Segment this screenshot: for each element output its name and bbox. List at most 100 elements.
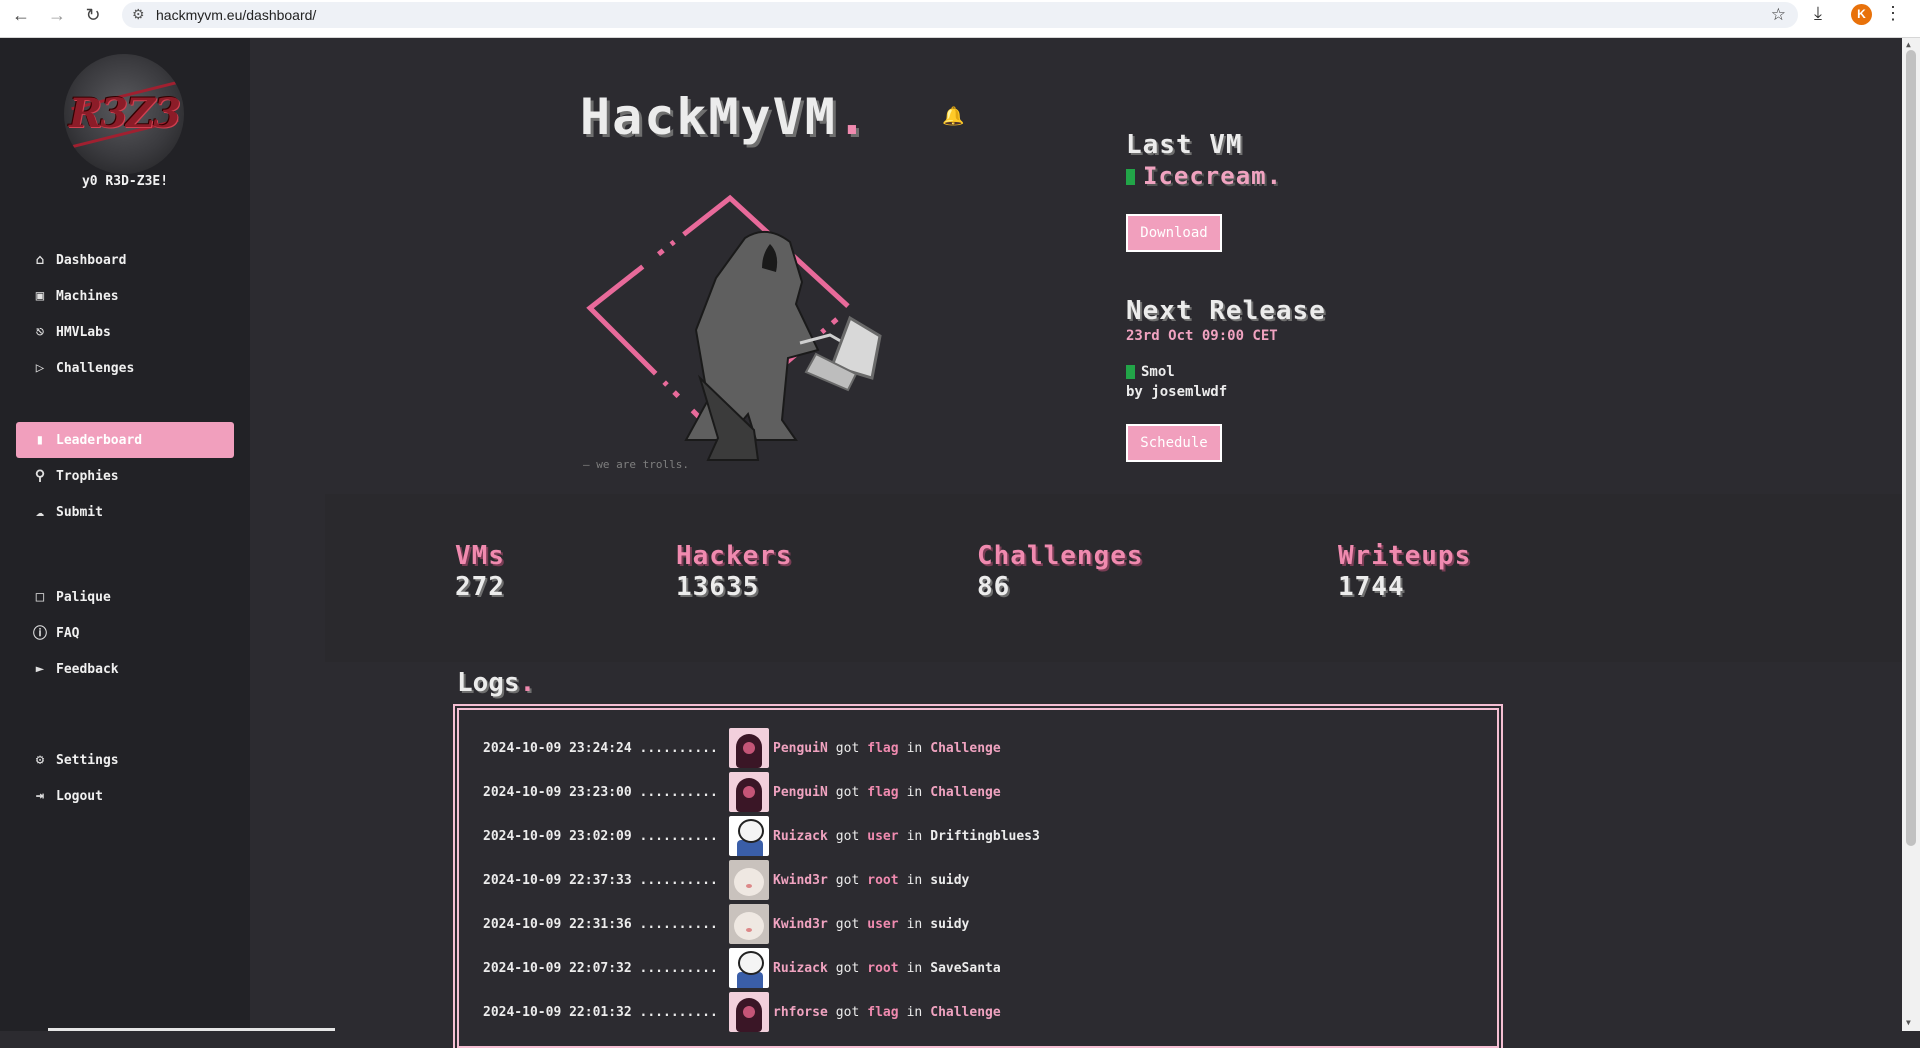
release-author: by josemlwdf bbox=[1126, 384, 1228, 400]
log-target[interactable]: SaveSanta bbox=[930, 961, 1000, 976]
sidebar: R3Z3 y0 R3D-Z3E! ⌂ Dashboard ▣ Machines … bbox=[0, 38, 250, 1031]
upload-cloud-icon: ☁ bbox=[35, 504, 45, 520]
notification-bell-icon[interactable]: 🔔 bbox=[942, 106, 964, 127]
sidebar-item-feedback[interactable]: ► Feedback bbox=[16, 651, 234, 687]
log-target[interactable]: Challenge bbox=[930, 785, 1000, 800]
user-avatar[interactable] bbox=[729, 860, 769, 900]
sidebar-item-label: Palique bbox=[56, 589, 111, 605]
stat-value-hackers: 13635 bbox=[676, 572, 760, 602]
log-type: user bbox=[867, 828, 899, 844]
forward-arrow-icon[interactable]: → bbox=[42, 0, 72, 30]
url-text[interactable]: hackmyvm.eu/dashboard/ bbox=[156, 7, 316, 23]
address-bar[interactable]: ⚙ hackmyvm.eu/dashboard/ ☆ bbox=[122, 2, 1798, 28]
reload-icon[interactable]: ↻ bbox=[78, 0, 108, 30]
log-timestamp: 2024-10-09 22:07:32 .......... bbox=[483, 960, 718, 976]
log-entry: 2024-10-09 22:07:32 .......... Ruizack g… bbox=[483, 946, 1001, 990]
status-indicator bbox=[1126, 365, 1135, 379]
title-dot: . bbox=[519, 668, 536, 698]
scrollbar-thumb[interactable] bbox=[1906, 50, 1916, 846]
user-avatar[interactable] bbox=[729, 992, 769, 1032]
browser-toolbar: ← → ↻ ⚙ hackmyvm.eu/dashboard/ ☆ ⤓ K ⋮ bbox=[0, 0, 1920, 38]
log-entry: 2024-10-09 23:23:00 .......... PenguiN g… bbox=[483, 770, 1001, 814]
stat-value-challenges: 86 bbox=[977, 572, 1011, 602]
log-user[interactable]: Kwind3r bbox=[773, 873, 828, 888]
log-timestamp: 2024-10-09 22:31:36 .......... bbox=[483, 916, 718, 932]
home-icon: ⌂ bbox=[35, 252, 45, 268]
log-user[interactable]: PenguiN bbox=[773, 741, 828, 756]
log-user[interactable]: Ruizack bbox=[773, 829, 828, 844]
log-preposition: in bbox=[906, 1004, 923, 1020]
sidebar-item-label: Submit bbox=[56, 504, 103, 520]
log-type: flag bbox=[867, 1004, 899, 1020]
last-vm-name[interactable]: Icecream. bbox=[1126, 162, 1285, 190]
menu-group-community: □ Palique ⓘ FAQ ► Feedback bbox=[16, 579, 234, 687]
site-settings-icon[interactable]: ⚙ bbox=[132, 6, 145, 23]
log-preposition: in bbox=[906, 740, 923, 756]
user-avatar[interactable]: R3Z3 bbox=[64, 54, 184, 174]
trophy-icon: ⚲ bbox=[34, 468, 46, 484]
sidebar-item-leaderboard[interactable]: ▮ Leaderboard bbox=[16, 422, 234, 458]
log-verb: got bbox=[835, 1004, 860, 1020]
sidebar-item-label: Challenges bbox=[56, 360, 135, 376]
user-avatar[interactable] bbox=[729, 728, 769, 768]
logs-heading-text: Logs bbox=[457, 668, 520, 698]
log-user[interactable]: Kwind3r bbox=[773, 917, 828, 932]
status-indicator bbox=[1126, 169, 1135, 185]
log-preposition: in bbox=[906, 960, 923, 976]
release-vm-name-text: Smol bbox=[1141, 364, 1175, 380]
log-timestamp: 2024-10-09 23:02:09 .......... bbox=[483, 828, 718, 844]
sidebar-item-label: Dashboard bbox=[56, 252, 127, 268]
log-type: flag bbox=[867, 740, 899, 756]
log-user[interactable]: PenguiN bbox=[773, 785, 828, 800]
gear-icon: ⚙ bbox=[35, 752, 45, 768]
download-button[interactable]: Download bbox=[1126, 214, 1222, 252]
sidebar-item-logout[interactable]: ⇥ Logout bbox=[16, 778, 234, 814]
help-circle-icon: ⓘ bbox=[33, 626, 47, 642]
sidebar-item-hmvlabs[interactable]: ⎋ HMVLabs bbox=[16, 314, 234, 350]
log-timestamp: 2024-10-09 22:37:33 .......... bbox=[483, 872, 718, 888]
log-target[interactable]: Challenge bbox=[930, 1005, 1000, 1020]
user-avatar[interactable] bbox=[729, 816, 769, 856]
user-avatar[interactable] bbox=[729, 904, 769, 944]
more-menu-icon[interactable]: ⋮ bbox=[1884, 3, 1902, 24]
gamepad-icon: ⎋ bbox=[35, 324, 45, 340]
menu-group-account: ⚙ Settings ⇥ Logout bbox=[16, 742, 234, 814]
sidebar-item-label: Logout bbox=[56, 788, 103, 804]
log-verb: got bbox=[835, 916, 860, 932]
scroll-down-icon[interactable]: ▼ bbox=[1906, 1018, 1911, 1027]
log-verb: got bbox=[835, 960, 860, 976]
log-user[interactable]: rhforse bbox=[773, 1005, 828, 1020]
log-target[interactable]: Challenge bbox=[930, 741, 1000, 756]
log-user[interactable]: Ruizack bbox=[773, 961, 828, 976]
log-type: user bbox=[867, 916, 899, 932]
schedule-button[interactable]: Schedule bbox=[1126, 424, 1222, 462]
log-target[interactable]: suidy bbox=[930, 917, 969, 932]
menu-group-main: ⌂ Dashboard ▣ Machines ⎋ HMVLabs ▷ Chall… bbox=[16, 242, 234, 386]
log-timestamp: 2024-10-09 23:23:00 .......... bbox=[483, 784, 718, 800]
sidebar-item-faq[interactable]: ⓘ FAQ bbox=[16, 615, 234, 651]
log-entry: 2024-10-09 22:01:32 .......... rhforse g… bbox=[483, 990, 1001, 1034]
sidebar-item-submit[interactable]: ☁ Submit bbox=[16, 494, 234, 530]
sidebar-item-dashboard[interactable]: ⌂ Dashboard bbox=[16, 242, 234, 278]
scroll-up-icon[interactable]: ▲ bbox=[1906, 40, 1911, 49]
tagline: — we are trolls. bbox=[583, 458, 689, 471]
user-avatar[interactable] bbox=[729, 948, 769, 988]
sidebar-item-challenges[interactable]: ▷ Challenges bbox=[16, 350, 234, 386]
release-date: 23rd Oct 09:00 CET bbox=[1126, 328, 1278, 344]
log-timestamp: 2024-10-09 22:01:32 .......... bbox=[483, 1004, 718, 1020]
log-timestamp: 2024-10-09 23:24:24 .......... bbox=[483, 740, 718, 756]
main-content: HackMyVM. 🔔 — we are trolls. Last VM Ice… bbox=[250, 38, 1902, 1048]
sidebar-item-settings[interactable]: ⚙ Settings bbox=[16, 742, 234, 778]
sidebar-item-palique[interactable]: □ Palique bbox=[16, 579, 234, 615]
sidebar-item-trophies[interactable]: ⚲ Trophies bbox=[16, 458, 234, 494]
back-arrow-icon[interactable]: ← bbox=[6, 0, 36, 30]
user-avatar[interactable] bbox=[729, 772, 769, 812]
log-target[interactable]: suidy bbox=[930, 873, 969, 888]
bookmark-star-icon[interactable]: ☆ bbox=[1771, 5, 1786, 25]
log-target[interactable]: Driftingblues3 bbox=[930, 829, 1040, 844]
vertical-scrollbar[interactable]: ▲ ▼ bbox=[1902, 38, 1920, 1031]
hacker-illustration bbox=[586, 194, 882, 461]
download-icon[interactable]: ⤓ bbox=[1814, 3, 1822, 24]
sidebar-item-machines[interactable]: ▣ Machines bbox=[16, 278, 234, 314]
profile-avatar[interactable]: K bbox=[1851, 4, 1872, 25]
